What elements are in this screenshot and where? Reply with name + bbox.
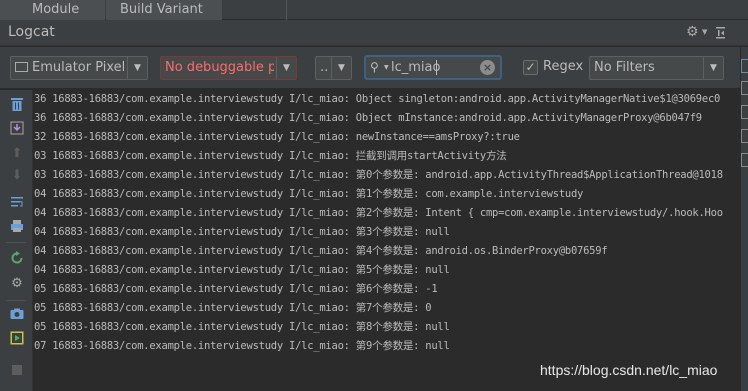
chevron-down-icon[interactable]: ▼ bbox=[702, 28, 707, 36]
stop-icon[interactable] bbox=[9, 362, 25, 378]
log-line: 04 16883-16883/com.example.interviewstud… bbox=[34, 245, 608, 257]
filter-config-value: No Filters bbox=[594, 60, 655, 75]
filter-config-selector[interactable]: No Filters ▼ bbox=[589, 56, 724, 80]
log-line: 05 16883-16883/com.example.interviewstud… bbox=[34, 283, 438, 295]
log-level-selector[interactable]: .. ▼ bbox=[315, 56, 352, 80]
screen-record-icon[interactable] bbox=[9, 330, 25, 346]
device-selector[interactable]: Emulator Pixel_2 ▼ bbox=[10, 56, 148, 80]
tab-build-variant[interactable]: Build Variant bbox=[106, 0, 222, 20]
search-input[interactable] bbox=[391, 58, 477, 76]
chevron-down-icon[interactable]: ▼ bbox=[331, 57, 351, 79]
device-name: Emulator Pixel_2 bbox=[32, 60, 125, 75]
side-tab-icon[interactable] bbox=[741, 153, 748, 167]
chevron-down-icon[interactable]: ▼ bbox=[127, 57, 147, 79]
regex-label: Regex bbox=[543, 59, 584, 74]
screenshot-icon[interactable] bbox=[9, 306, 25, 322]
logcat-side-toolbar: ⬆ ⬇ ⚙ bbox=[0, 90, 33, 391]
down-arrow-icon[interactable]: ⬇ bbox=[9, 168, 25, 184]
log-line: 05 16883-16883/com.example.interviewstud… bbox=[34, 302, 432, 314]
tab-divider bbox=[286, 0, 287, 20]
search-box[interactable]: ⚲ ▼ × bbox=[364, 55, 502, 80]
gear-icon[interactable]: ⚙ bbox=[686, 24, 702, 40]
print-icon[interactable] bbox=[9, 218, 25, 234]
device-selector-text: Emulator Pixel_2 bbox=[15, 57, 125, 79]
log-line: 03 16883-16883/com.example.interviewstud… bbox=[34, 150, 507, 162]
text-cursor bbox=[436, 60, 437, 75]
hide-panel-icon[interactable] bbox=[714, 24, 728, 40]
search-icon[interactable]: ⚲ bbox=[370, 60, 379, 74]
trash-icon[interactable] bbox=[9, 96, 25, 112]
tab-build-variant-label: Build Variant bbox=[120, 2, 203, 17]
watermark: https://blog.csdn.net/lc_miao bbox=[540, 362, 718, 378]
log-line: 05 16883-16883/com.example.interviewstud… bbox=[34, 321, 450, 333]
device-icon bbox=[15, 62, 28, 72]
logcat-filter-bar: Emulator Pixel_2 ▼ No debuggable process… bbox=[0, 47, 740, 89]
process-selector[interactable]: No debuggable processes ▼ bbox=[160, 56, 297, 80]
logcat-title-bar: Logcat ⚙ ▼ bbox=[0, 20, 748, 46]
soft-wrap-icon[interactable] bbox=[9, 194, 25, 210]
log-line: 03 16883-16883/com.example.interviewstud… bbox=[34, 169, 723, 181]
side-tab-icon[interactable] bbox=[741, 81, 748, 95]
tab-module[interactable]: Module bbox=[0, 0, 105, 20]
tool-window-tabs: Module Build Variant bbox=[0, 0, 748, 20]
regex-checkbox[interactable]: ✓ bbox=[523, 60, 538, 75]
chevron-down-icon[interactable]: ▼ bbox=[703, 57, 723, 79]
chevron-down-icon[interactable]: ▼ bbox=[276, 57, 296, 79]
log-line: 04 16883-16883/com.example.interviewstud… bbox=[34, 264, 450, 276]
log-line: 32 16883-16883/com.example.interviewstud… bbox=[34, 131, 520, 143]
clear-search-icon[interactable]: × bbox=[480, 60, 495, 75]
log-line: 36 16883-16883/com.example.interviewstud… bbox=[34, 112, 702, 124]
logcat-output[interactable]: 36 16883-16883/com.example.interviewstud… bbox=[34, 90, 740, 391]
up-arrow-icon[interactable]: ⬆ bbox=[9, 146, 25, 162]
side-tab-icon[interactable] bbox=[741, 59, 748, 73]
toolbar-divider bbox=[6, 300, 26, 301]
log-line: 04 16883-16883/com.example.interviewstud… bbox=[34, 226, 450, 238]
scroll-to-end-icon[interactable] bbox=[9, 120, 25, 136]
side-tab-icon[interactable] bbox=[741, 105, 748, 119]
log-level-value: .. bbox=[320, 60, 329, 75]
log-line: 04 16883-16883/com.example.interviewstud… bbox=[34, 188, 584, 200]
chevron-down-icon[interactable]: ▼ bbox=[384, 64, 389, 71]
process-name: No debuggable processes bbox=[165, 60, 274, 75]
side-tab-icon[interactable] bbox=[741, 129, 748, 143]
log-line: 04 16883-16883/com.example.interviewstud… bbox=[34, 207, 723, 219]
settings-icon[interactable]: ⚙ bbox=[9, 276, 25, 292]
tab-module-label: Module bbox=[32, 2, 80, 17]
restart-icon[interactable] bbox=[9, 250, 25, 266]
log-line: 07 16883-16883/com.example.interviewstud… bbox=[34, 340, 450, 352]
toolbar-divider bbox=[6, 242, 26, 243]
log-line: 36 16883-16883/com.example.interviewstud… bbox=[34, 93, 721, 105]
panel-title: Logcat bbox=[8, 24, 55, 40]
right-tool-strip bbox=[740, 47, 748, 391]
